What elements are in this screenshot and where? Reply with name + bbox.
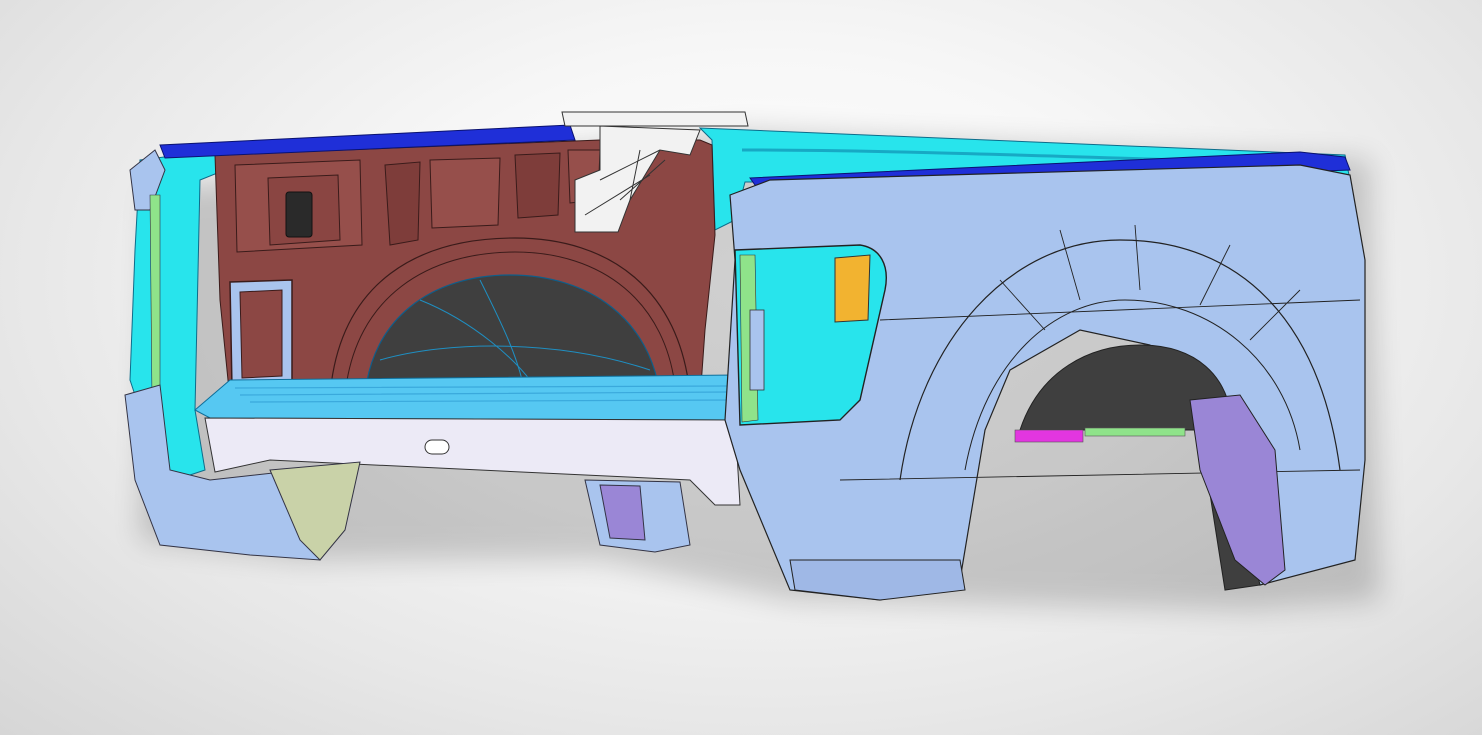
bed-floor xyxy=(194,374,741,421)
truck-bed-model[interactable] xyxy=(0,0,1482,735)
frame-magenta-part xyxy=(1014,429,1084,443)
wall-panel-4 xyxy=(429,157,501,229)
cad-viewport[interactable] xyxy=(0,0,1482,735)
latch-bracket xyxy=(834,254,871,323)
wall-panel-3 xyxy=(384,161,421,246)
sill-slot xyxy=(424,439,450,455)
frame-green-part xyxy=(1084,427,1186,437)
left-green-trim xyxy=(149,194,161,401)
pocket-slot xyxy=(749,309,765,391)
mount-plate xyxy=(561,111,749,127)
tie-down-socket xyxy=(285,191,313,238)
wall-panel-5 xyxy=(514,152,561,219)
wall-opening-inner xyxy=(239,289,283,379)
